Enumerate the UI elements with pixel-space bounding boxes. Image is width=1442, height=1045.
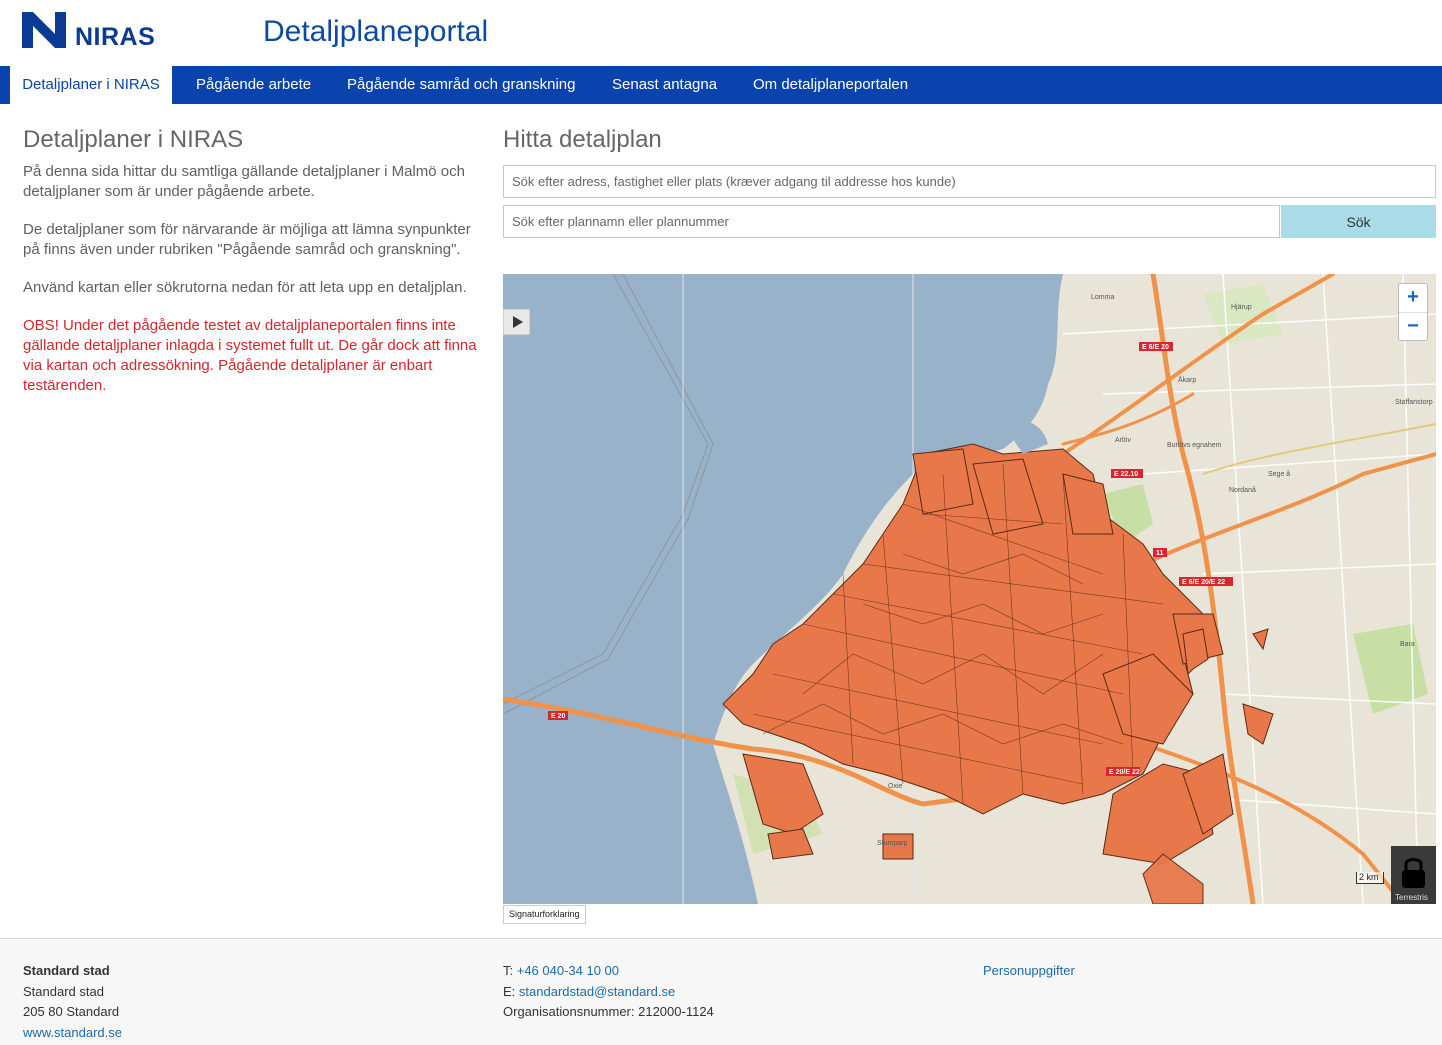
lock-icon [1402, 858, 1425, 888]
intro-title: Detaljplaner i NIRAS [23, 126, 244, 153]
layer-panel-toggle-button[interactable] [503, 309, 530, 335]
plan-search-input[interactable] [503, 205, 1280, 238]
footer-personuppgifter-link[interactable]: Personuppgifter [983, 963, 1075, 978]
header: NIRAS Detaljplaneportal [0, 0, 1442, 66]
nav-item-detaljplaner[interactable]: Detaljplaner i NIRAS [10, 66, 172, 104]
place-label-stumparp: Stumparp [877, 840, 907, 847]
intro-warning: OBS! Under det pågående testet av detalj… [23, 317, 477, 394]
search-button[interactable]: Sök [1281, 205, 1436, 238]
footer-org-number: Organisationsnummer: 212000-1124 [503, 1004, 714, 1019]
intro-paragraph-2: De detaljplaner som för närvarande är mö… [23, 221, 471, 258]
niras-logo-mark-icon [22, 12, 66, 48]
search-section: Hitta detaljplan Sök [503, 126, 1436, 238]
road-label-e22-10: E 22.10 [1114, 471, 1138, 478]
main-nav: Detaljplaner i NIRAS Pågående arbete Påg… [0, 66, 1442, 104]
niras-logo[interactable]: NIRAS [22, 12, 162, 52]
place-label-nordana: Nordanå [1229, 486, 1256, 494]
place-label-lomma: Lomma [1091, 294, 1114, 301]
place-label-staffanstorp: Staffanstorp [1395, 399, 1433, 406]
footer-email-link[interactable]: standardstad@standard.se [519, 984, 675, 999]
nav-item-senast-antagna[interactable]: Senast antagna [612, 66, 717, 104]
road-label-11: 11 [1156, 550, 1164, 557]
zoom-out-button[interactable]: − [1399, 312, 1427, 340]
logo-text: NIRAS [75, 23, 156, 51]
place-label-arlov: Arlöv [1115, 437, 1131, 444]
address-search-input[interactable] [503, 165, 1436, 198]
place-label-burlovs-egnahem: Burlövs egnahem [1167, 442, 1222, 449]
footer-phone-link[interactable]: +46 040-34 10 00 [517, 963, 619, 978]
nav-item-pagaende-arbete[interactable]: Pågående arbete [196, 66, 311, 104]
footer: Standard stad Standard stad 205 80 Stand… [0, 938, 1442, 1045]
footer-contact: T: +46 040-34 10 00 E: standardstad@stan… [503, 961, 714, 1023]
basemap-label: Terrestris [1395, 893, 1428, 902]
road-label-e6-e20-e22: E 6/E 20/E 22 [1182, 579, 1225, 586]
place-label-hjarup: Hjärup [1231, 304, 1252, 311]
footer-email-prefix: E: [503, 983, 519, 999]
intro-paragraph-1: På denna sida hittar du samtliga gälland… [23, 163, 465, 200]
zoom-control: + − [1398, 283, 1428, 341]
place-label-oxie: Oxie [888, 783, 903, 790]
map-legend-button[interactable]: Signaturforklaring [503, 905, 586, 924]
map-viewport[interactable]: E 6/E 20 E 22.10 E 20 11 E 6/E 20/E 22 E… [503, 274, 1436, 904]
play-arrow-icon [513, 316, 523, 328]
search-title: Hitta detaljplan [503, 126, 662, 153]
footer-postal: 205 80 Standard [23, 1004, 120, 1019]
footer-org-line: Standard stad [23, 983, 104, 999]
intro-section: Detaljplaner i NIRAS På denna sida hitta… [23, 126, 478, 414]
nav-item-samrad-granskning[interactable]: Pågående samråd och granskning [347, 66, 576, 104]
intro-paragraph-3: Använd kartan eller sökrutorna nedan för… [23, 279, 467, 296]
place-label-akarp: Åkarp [1178, 375, 1196, 384]
footer-links: Personuppgifter [983, 961, 1075, 982]
road-label-e20-e22: E 20/E 22 [1109, 769, 1140, 776]
basemap-switcher-button[interactable]: Terrestris [1391, 846, 1436, 904]
road-label-e20: E 20 [551, 713, 566, 720]
site-title: Detaljplaneportal [263, 15, 489, 48]
footer-phone-prefix: T: [503, 963, 517, 978]
footer-address: Standard stad Standard stad 205 80 Stand… [23, 961, 122, 1043]
footer-website-link[interactable]: www.standard.se [23, 1025, 122, 1040]
basemap: E 6/E 20 E 22.10 E 20 11 E 6/E 20/E 22 E… [503, 274, 1436, 904]
place-label-bara: Bara [1400, 641, 1415, 648]
map-scale-bar: 2 km [1356, 872, 1384, 884]
footer-org-name: Standard stad [23, 963, 110, 978]
nav-item-om-portalen[interactable]: Om detaljplaneportalen [753, 66, 908, 104]
road-label-e6-e20: E 6/E 20 [1142, 344, 1169, 351]
zoom-in-button[interactable]: + [1399, 284, 1427, 312]
place-label-sege-a: Sege å [1268, 470, 1290, 478]
